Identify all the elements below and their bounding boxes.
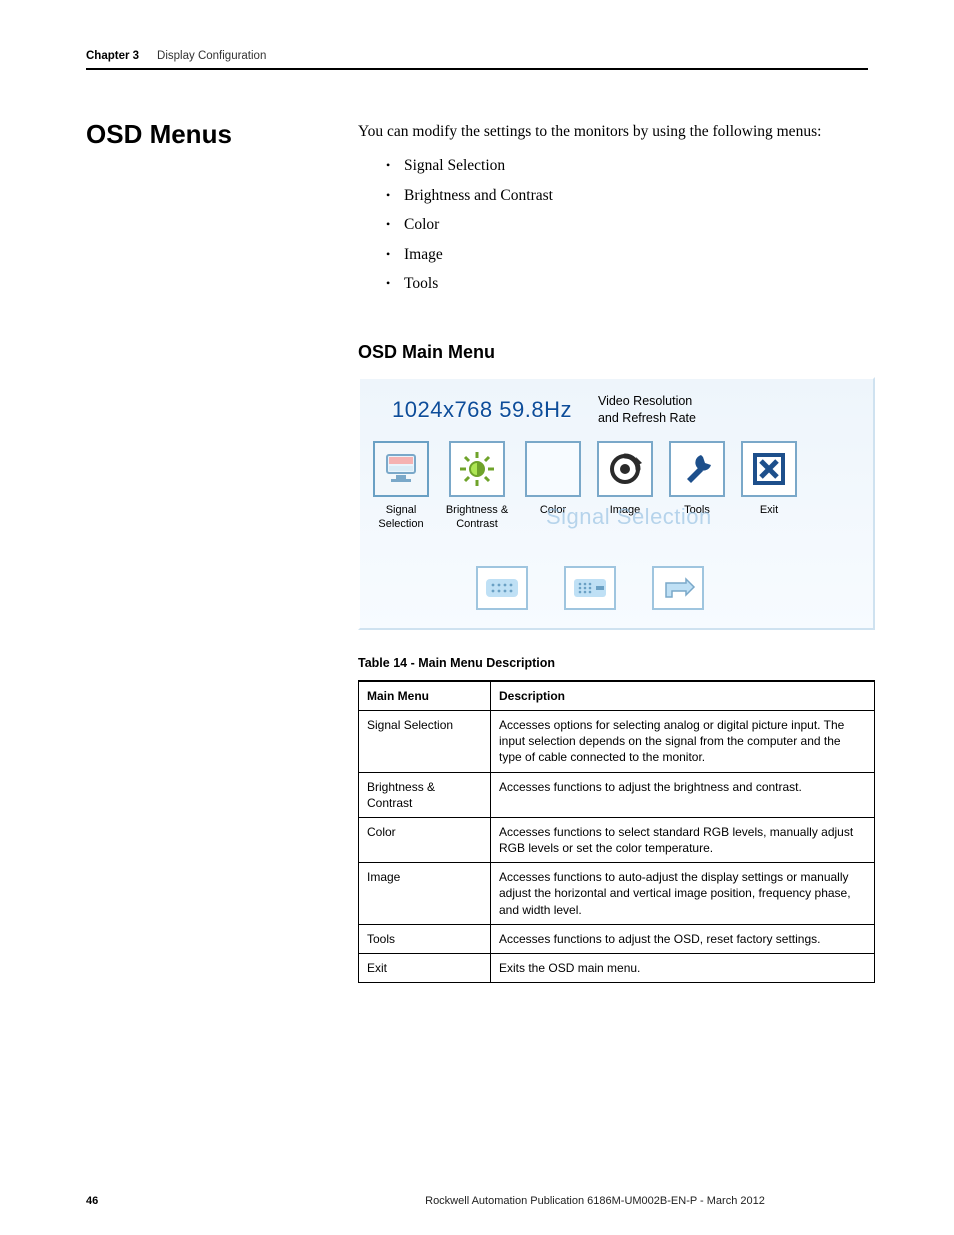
table-row: ColorAccesses functions to select standa… [359,817,875,862]
table-header: Description [491,681,875,711]
list-item: Signal Selection [386,151,875,180]
ghost-label: Signal Selection [546,504,712,530]
chapter-title: Display Configuration [157,50,266,62]
page-header: Chapter 3 Display Configuration [86,50,868,62]
table-row: Brightness & ContrastAccesses functions … [359,772,875,817]
tools-icon [669,441,725,497]
sub-icon-vga [476,566,528,610]
exit-icon [741,441,797,497]
publication-id: Rockwell Automation Publication 6186M-UM… [322,1195,868,1207]
main-menu-table: Main Menu Description Signal SelectionAc… [358,680,875,983]
header-rule [86,68,868,70]
section-heading: OSD Menus [86,120,358,150]
icon-caption: Exit [760,503,778,517]
icon-caption: Signal Selection [370,503,432,532]
bullet-list: Signal Selection Brightness and Contrast… [386,151,875,298]
sub-icon-dvi [564,566,616,610]
list-item: Color [386,210,875,239]
page-footer: 46 Rockwell Automation Publication 6186M… [86,1195,868,1207]
osd-figure: 1024x768 59.8Hz Video Resolution and Ref… [358,377,875,629]
table-row: ExitExits the OSD main menu. [359,954,875,983]
list-item: Brightness and Contrast [386,181,875,210]
page-number: 46 [86,1195,322,1207]
chapter-label: Chapter 3 [86,50,139,62]
table-row: Signal SelectionAccesses options for sel… [359,710,875,772]
table-caption: Table 14 - Main Menu Description [358,656,875,670]
brightness-contrast-icon [449,441,505,497]
resolution-caption: Video Resolution and Refresh Rate [598,393,708,427]
table-header: Main Menu [359,681,491,711]
list-item: Image [386,240,875,269]
icon-caption: Brightness & Contrast [442,503,512,532]
intro-text: You can modify the settings to the monit… [358,120,875,143]
sub-icon-return [652,566,704,610]
list-item: Tools [386,269,875,298]
resolution-text: 1024x768 59.8Hz [392,397,572,423]
table-row: ImageAccesses functions to auto-adjust t… [359,863,875,925]
image-icon [597,441,653,497]
color-icon [525,441,581,497]
subheading: OSD Main Menu [358,342,875,363]
signal-selection-icon [373,441,429,497]
table-row: ToolsAccesses functions to adjust the OS… [359,924,875,953]
